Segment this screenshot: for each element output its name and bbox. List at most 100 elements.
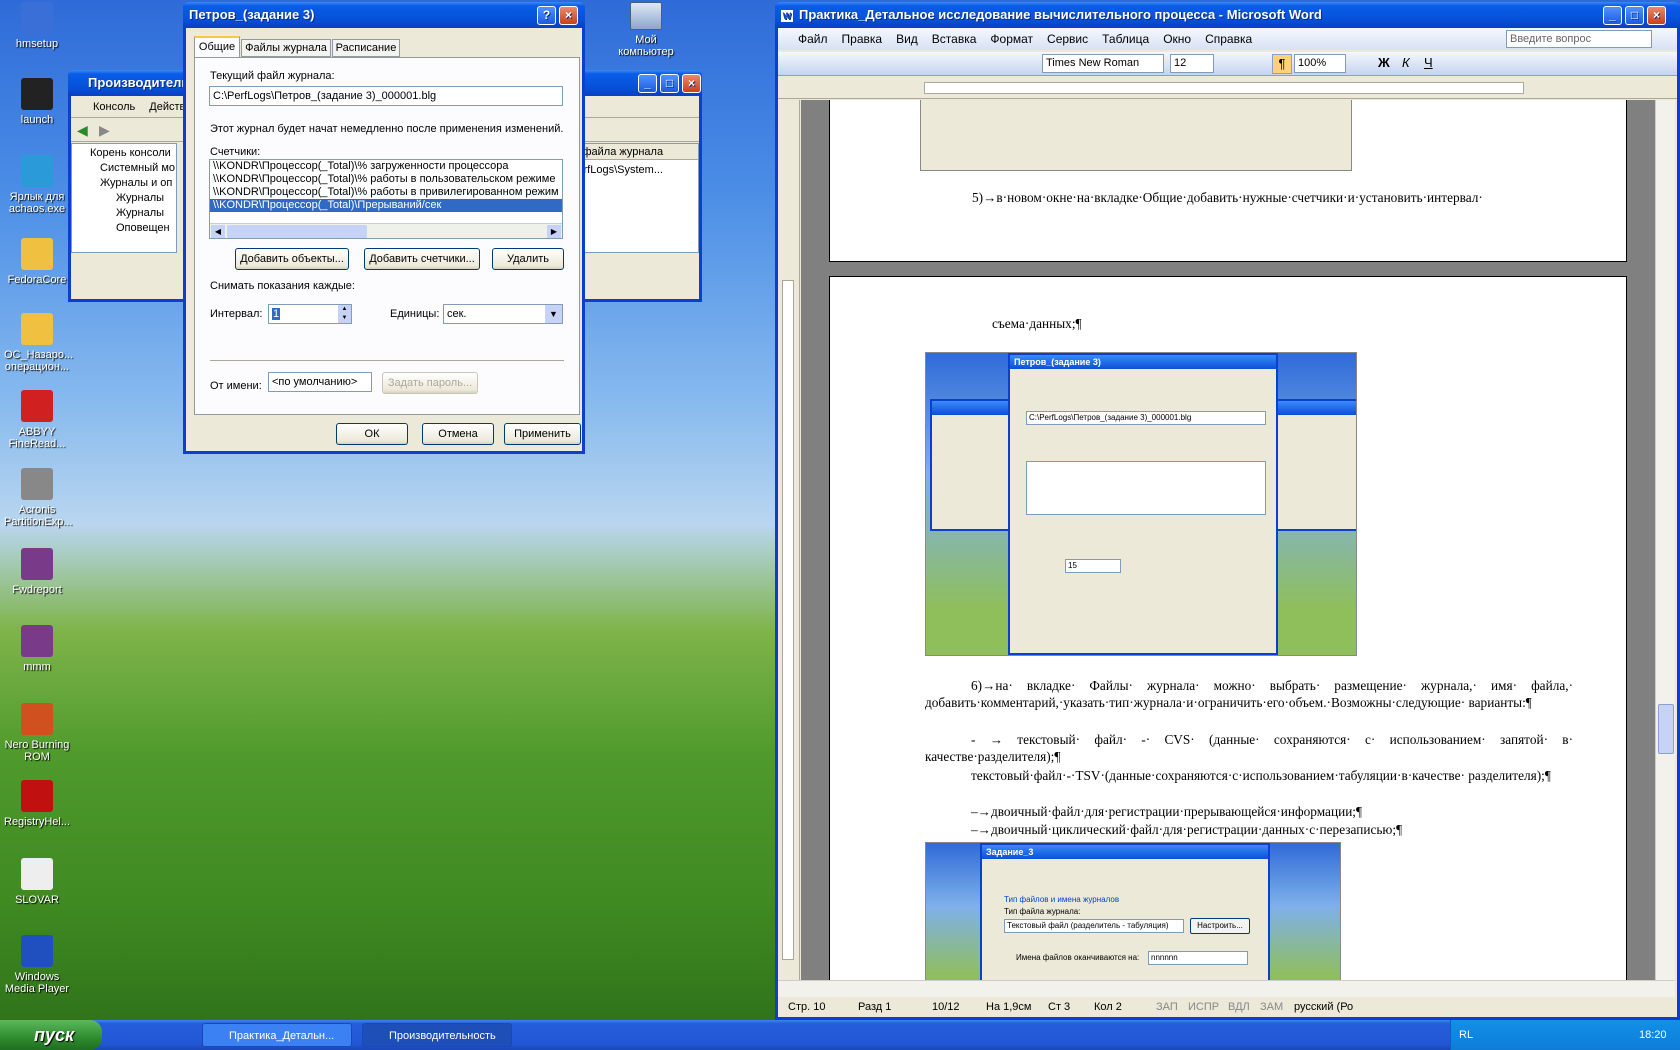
counter-item[interactable]: \\KONDR\Процессор(_Total)\% работы в пол… <box>210 173 562 186</box>
mini-dialog: Петров_(задание 3) C:\PerfLogs\Петров_(з… <box>1008 353 1278 655</box>
add-counters-button[interactable]: Добавить счетчики... <box>364 248 480 270</box>
desktop-icon[interactable]: FedoraCore <box>4 238 70 286</box>
dialog-titlebar[interactable]: Петров_(задание 3) ? × <box>183 2 585 28</box>
status-ext[interactable]: ВДЛ <box>1228 997 1250 1017</box>
log-properties-dialog[interactable]: Петров_(задание 3) ? × Общие Файлы журна… <box>183 2 585 454</box>
menu-insert[interactable]: Вставка <box>932 32 977 46</box>
desktop-icon[interactable]: SLOVAR <box>4 858 70 906</box>
menu-file[interactable]: Файл <box>798 32 828 46</box>
menu-edit[interactable]: Правка <box>842 32 883 46</box>
word-minimize-button[interactable]: _ <box>1603 6 1622 25</box>
close-button[interactable]: × <box>682 74 701 93</box>
page-current: съема·данных;¶ Петров_(задание 3) C:\Per… <box>829 276 1627 980</box>
counter-item[interactable]: \\KONDR\Процессор(_Total)\% загруженност… <box>210 160 562 173</box>
help-button[interactable]: ? <box>537 6 556 25</box>
chevron-down-icon[interactable]: ▼ <box>545 305 562 323</box>
taskbar-performance[interactable]: Производительность <box>362 1023 512 1047</box>
tab-schedule[interactable]: Расписание <box>332 39 400 57</box>
add-objects-button[interactable]: Добавить объекты... <box>235 248 349 270</box>
word-maximize-button[interactable]: □ <box>1625 6 1644 25</box>
apply-button[interactable]: Применить <box>504 423 581 445</box>
language-indicator[interactable]: RL <box>1459 1020 1473 1050</box>
desktop-icon[interactable]: OC_Назаро... операцион... <box>4 313 73 373</box>
italic-icon[interactable]: К <box>1402 55 1410 70</box>
size-select[interactable]: 12 <box>1170 54 1214 73</box>
tree-system-monitor[interactable]: Системный мо <box>76 161 175 176</box>
ok-button[interactable]: ОК <box>336 423 408 445</box>
tree-logs-alerts[interactable]: Журналы и оп <box>76 176 172 191</box>
start-button[interactable]: пуск <box>0 1020 102 1050</box>
bold-icon[interactable]: Ж <box>1378 55 1390 70</box>
status-ovr[interactable]: ЗАМ <box>1260 997 1283 1017</box>
remove-button[interactable]: Удалить <box>492 248 564 270</box>
pilcrow-icon[interactable]: ¶ <box>1272 54 1292 74</box>
tree-counter-logs[interactable]: Журналы <box>76 191 172 206</box>
counter-item[interactable]: \\KONDR\Процессор(_Total)\% работы в при… <box>210 186 562 199</box>
app-icon <box>21 2 53 34</box>
my-computer-icon[interactable]: Мой компьютер <box>608 2 684 58</box>
tree-alerts[interactable]: Оповещен <box>76 221 172 236</box>
minimize-button[interactable]: _ <box>638 74 657 93</box>
scroll-thumb[interactable] <box>227 225 367 238</box>
ask-question-input[interactable]: Введите вопрос <box>1506 30 1652 48</box>
menu-console[interactable]: Консоль <box>93 101 135 113</box>
status-trk[interactable]: ИСПР <box>1188 997 1219 1017</box>
back-arrow-icon[interactable]: ◀ <box>77 122 88 139</box>
desktop-icon[interactable]: Windows Media Player <box>4 935 70 995</box>
menu-format[interactable]: Формат <box>990 32 1033 46</box>
word-window[interactable]: W Практика_Детальное исследование вычисли… <box>775 2 1680 1020</box>
scroll-right-icon[interactable]: ▶ <box>547 225 561 238</box>
forward-arrow-icon[interactable]: ▶ <box>99 122 110 139</box>
desktop-icon[interactable]: RegistryHel... <box>4 780 70 828</box>
zoom-select[interactable]: 100% <box>1294 54 1346 73</box>
clock[interactable]: 18:20 <box>1639 1020 1667 1050</box>
tab-general[interactable]: Общие <box>194 36 240 57</box>
runas-field[interactable]: <по умолчанию> <box>268 372 372 392</box>
word-close-button[interactable]: × <box>1647 6 1666 25</box>
interval-spinner[interactable]: ▲ ▼ <box>338 305 351 323</box>
desktop-icon[interactable]: ABBYY FineRead... <box>4 390 70 450</box>
desktop-icon[interactable]: Ярлык для achaos.exe <box>4 155 70 215</box>
font-select[interactable]: Times New Roman <box>1042 54 1164 73</box>
horizontal-scrollbar[interactable]: ◀ ▶ <box>210 223 562 238</box>
menu-table[interactable]: Таблица <box>1102 32 1149 46</box>
menu-view[interactable]: Вид <box>896 32 918 46</box>
system-tray: RL 18:20 <box>1450 1020 1680 1050</box>
desktop-icon[interactable]: launch <box>4 78 70 126</box>
tree-root[interactable]: Корень консоли <box>76 146 172 161</box>
scroll-thumb[interactable] <box>1658 704 1674 754</box>
dialog-close-button[interactable]: × <box>559 6 578 25</box>
desktop-icon[interactable]: Nero Burning ROM <box>4 703 70 763</box>
counter-item-selected[interactable]: \\KONDR\Процессор(_Total)\Прерываний/сек <box>210 199 562 212</box>
desktop-icon-label: launch <box>20 114 54 126</box>
units-select[interactable]: сек. ▼ <box>443 304 563 324</box>
menu-tools[interactable]: Сервис <box>1047 32 1088 46</box>
horizontal-ruler[interactable] <box>778 77 1677 99</box>
cancel-button[interactable]: Отмена <box>422 423 494 445</box>
status-rec[interactable]: ЗАП <box>1156 997 1178 1017</box>
tree-trace-logs[interactable]: Журналы <box>76 206 172 221</box>
desktop-icon[interactable]: Fwdreport <box>4 548 70 596</box>
underline-icon[interactable]: Ч <box>1424 55 1433 70</box>
scroll-left-icon[interactable]: ◀ <box>211 225 225 238</box>
app-icon <box>21 155 53 187</box>
counters-list[interactable]: \\KONDR\Процессор(_Total)\% загруженност… <box>209 159 563 239</box>
desktop-icon[interactable]: hmsetup <box>4 2 70 50</box>
word-vertical-scrollbar[interactable] <box>1655 100 1675 980</box>
desktop-icon[interactable]: mmm <box>4 625 70 673</box>
menu-window[interactable]: Окно <box>1163 32 1191 46</box>
current-file-field[interactable]: C:\PerfLogs\Петров_(задание 3)_000001.bl… <box>209 86 563 106</box>
interval-label: Интервал: <box>210 308 263 320</box>
tab-log-files[interactable]: Файлы журнала <box>241 39 331 57</box>
menu-help[interactable]: Справка <box>1205 32 1252 46</box>
desktop-icon[interactable]: Acronis PartitionExp... <box>4 468 72 528</box>
set-password-button: Задать пароль... <box>382 372 478 394</box>
desktop-icon-label: RegistryHel... <box>4 816 71 828</box>
runas-label: От имени: <box>210 380 262 392</box>
word-titlebar[interactable]: W Практика_Детальное исследование вычисли… <box>775 2 1680 28</box>
word-horizontal-scrollbar[interactable] <box>778 980 1675 997</box>
taskbar-word[interactable]: Практика_Детальн... <box>202 1023 352 1047</box>
document-area[interactable]: 5)→в·новом·окне·на·вкладке·Общие·добавит… <box>801 100 1655 980</box>
menu-action[interactable]: Действ <box>149 101 185 113</box>
maximize-button[interactable]: □ <box>660 74 679 93</box>
